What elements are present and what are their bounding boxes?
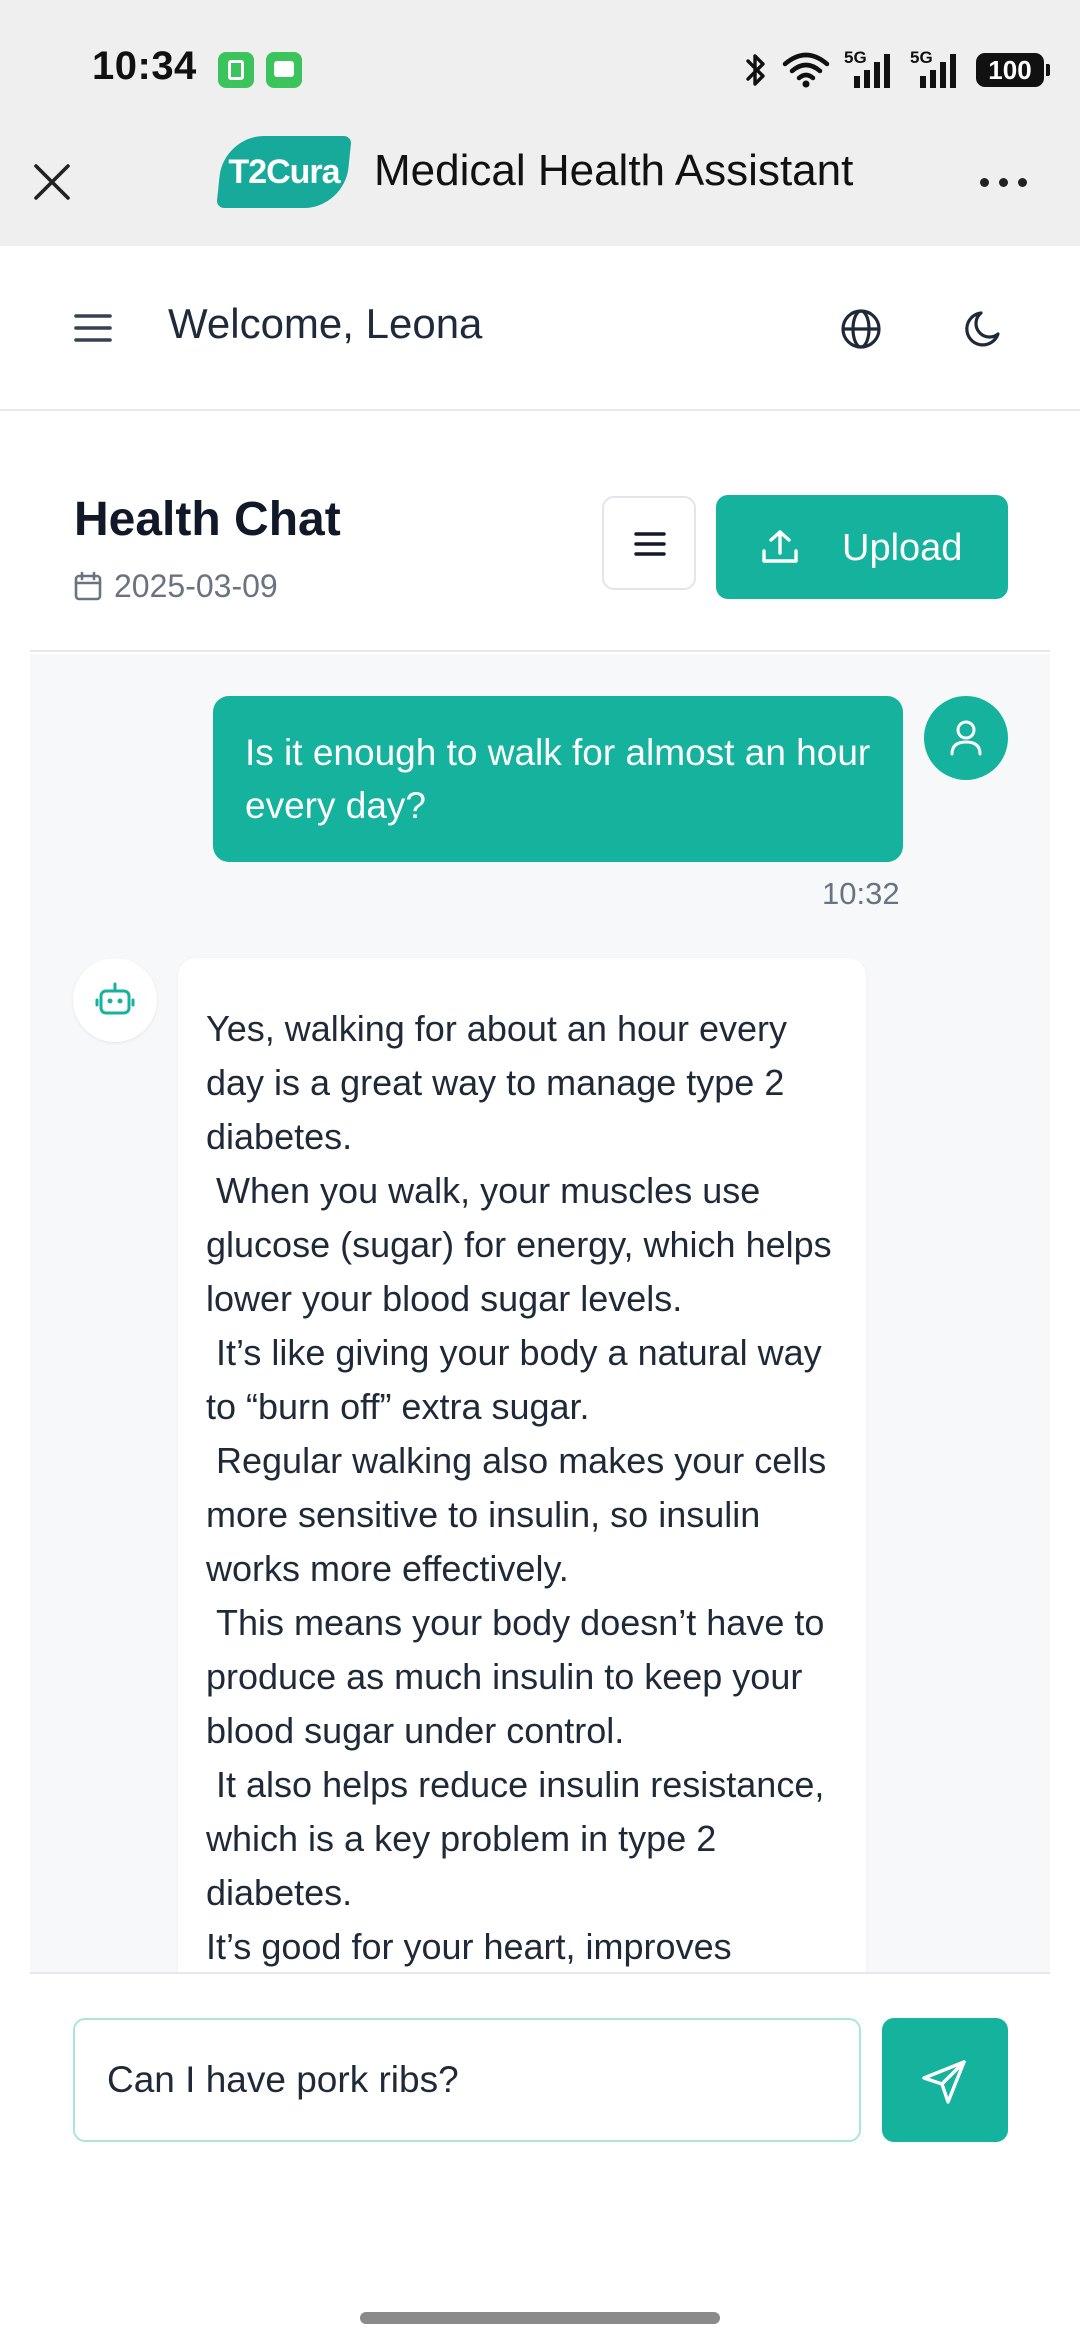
signal-5g-icon: 5G <box>844 48 896 90</box>
close-icon[interactable] <box>30 160 74 204</box>
user-icon <box>950 720 982 756</box>
miniapp-title: Medical Health Assistant <box>374 146 854 195</box>
message-input[interactable] <box>73 2018 861 2142</box>
welcome-text: Welcome, Leona <box>168 300 483 347</box>
battery-icon: 100 <box>976 53 1050 87</box>
logo-text: T2Cura <box>228 153 340 191</box>
user-message-bubble: Is it enough to walk for almost an hour … <box>213 696 903 862</box>
bot-avatar <box>73 958 157 1042</box>
hamburger-icon <box>634 532 666 556</box>
send-button[interactable] <box>882 2018 1008 2142</box>
composer-bar <box>30 1972 1050 2172</box>
user-message-time: 10:32 <box>822 876 900 911</box>
upload-button[interactable]: Upload <box>716 495 1008 599</box>
bot-message-bubble: Yes, walking for about an hour every day… <box>178 958 866 1972</box>
chat-menu-button[interactable] <box>602 496 696 590</box>
bluetooth-icon <box>746 54 765 86</box>
chat-date: 2025-03-09 <box>114 567 278 604</box>
calendar-icon <box>74 571 102 601</box>
brand-logo: T2Cura <box>216 136 352 208</box>
globe-icon[interactable] <box>838 306 884 352</box>
moon-icon[interactable] <box>962 306 1008 352</box>
more-dots-icon[interactable] <box>980 178 1027 187</box>
status-icons: 5G 5G 100 <box>744 48 1050 92</box>
chat-title: Health Chat <box>74 493 341 546</box>
user-message-text: Is it enough to walk for almost an hour … <box>245 732 871 826</box>
app-header: Welcome, Leona <box>0 246 1080 411</box>
signal-5g-icon: 5G <box>910 48 962 90</box>
status-time: 10:34 <box>92 44 197 88</box>
chat-header: Health Chat 2025-03-09 Upload <box>30 412 1050 652</box>
user-avatar <box>924 696 1008 780</box>
system-top-bar: 10:34 5G 5G 100 T2Cura Medical Health As… <box>0 0 1080 246</box>
upload-icon <box>762 530 798 563</box>
send-icon <box>922 2060 966 2104</box>
hamburger-icon[interactable] <box>72 308 114 348</box>
bot-message-text: Yes, walking for about an hour every day… <box>206 1008 832 1967</box>
message-notification-icon <box>266 52 302 88</box>
battery-notification-icon <box>218 52 254 88</box>
home-indicator <box>360 2312 720 2324</box>
bot-icon <box>95 982 135 1015</box>
wifi-icon <box>782 52 830 88</box>
upload-label: Upload <box>842 527 963 569</box>
message-list[interactable]: Is it enough to walk for almost an hour … <box>30 654 1050 1972</box>
chat-date-row: 2025-03-09 <box>74 568 278 604</box>
